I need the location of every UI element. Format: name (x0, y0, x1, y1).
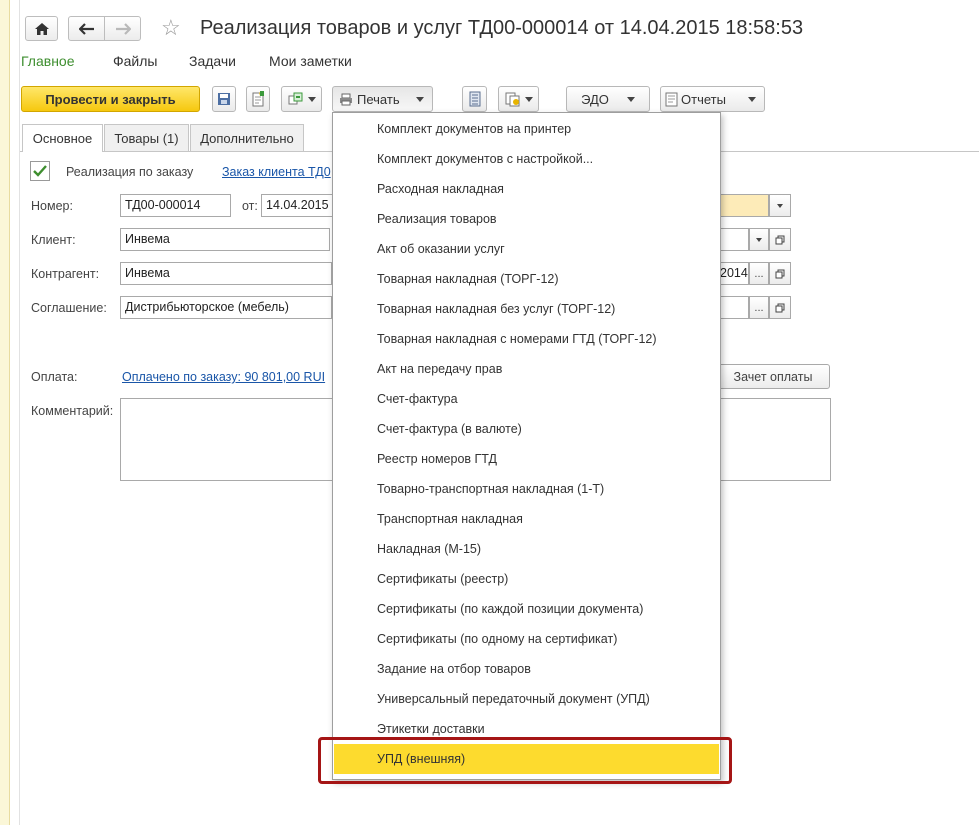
menu-item-picking-task[interactable]: Задание на отбор товаров (334, 654, 719, 684)
menu-item-rights-transfer-act[interactable]: Акт на передачу прав (334, 354, 719, 384)
nav-notes[interactable]: Мои заметки (269, 53, 352, 69)
reports-button[interactable]: Отчеты (660, 86, 765, 112)
post-document-icon (252, 91, 264, 107)
home-icon (34, 22, 49, 35)
organization-dropdown-button[interactable] (769, 194, 791, 217)
nav-files[interactable]: Файлы (113, 53, 157, 69)
related-documents-icon (505, 92, 519, 106)
content-border (19, 0, 20, 825)
warehouse-open-button[interactable] (769, 228, 791, 251)
chevron-down-icon (307, 96, 316, 102)
counterparty-label: Контрагент: (31, 267, 100, 281)
related-documents-button[interactable] (498, 86, 539, 112)
warehouse-dropdown-button[interactable] (749, 228, 769, 251)
menu-item-gtd-register[interactable]: Реестр номеров ГТД (334, 444, 719, 474)
order-link[interactable]: Заказ клиента ТД0 (222, 165, 331, 179)
save-button[interactable] (212, 86, 236, 112)
payment-link[interactable]: Оплачено по заказу: 90 801,00 RUI (122, 370, 325, 384)
menu-item-goods-sale[interactable]: Реализация товаров (334, 204, 719, 234)
number-field[interactable]: ТД00-000014 (120, 194, 231, 217)
favorite-star-icon[interactable]: ☆ (161, 15, 181, 41)
chevron-down-icon (756, 237, 762, 242)
forward-button[interactable] (104, 16, 141, 41)
edo-button[interactable]: ЭДО (566, 86, 650, 112)
open-icon (775, 269, 785, 278)
menu-item-m15[interactable]: Накладная (М-15) (334, 534, 719, 564)
number-label: Номер: (31, 199, 73, 213)
chevron-down-icon (777, 203, 783, 208)
highlight-frame (318, 737, 732, 784)
menu-item-certificates-register[interactable]: Сертификаты (реестр) (334, 564, 719, 594)
back-button[interactable] (68, 16, 105, 41)
post-button[interactable] (246, 86, 270, 112)
client-field[interactable]: Инвема (120, 228, 330, 251)
comment-label: Комментарий: (31, 404, 114, 418)
chevron-down-icon (626, 96, 635, 102)
currency-open-button[interactable] (769, 296, 791, 319)
currency-field[interactable] (719, 296, 749, 319)
home-button[interactable] (25, 16, 58, 41)
tab-additional[interactable]: Дополнительно (190, 124, 304, 151)
by-order-label: Реализация по заказу (66, 165, 194, 179)
contract-select-button[interactable]: ... (749, 262, 769, 285)
journal-icon (469, 91, 480, 107)
create-based-on-button[interactable] (281, 86, 322, 112)
agreement-label: Соглашение: (31, 301, 107, 315)
date-label: от: (242, 199, 258, 213)
report-icon (665, 92, 678, 106)
currency-select-button[interactable]: ... (749, 296, 769, 319)
create-based-on-icon (288, 92, 302, 105)
menu-item-torg12[interactable]: Товарная накладная (ТОРГ-12) (334, 264, 719, 294)
nav-main[interactable]: Главное (21, 53, 75, 69)
post-and-close-button[interactable]: Провести и закрыть (21, 86, 200, 112)
printer-icon (340, 93, 352, 105)
menu-item-torg12-gtd[interactable]: Товарная накладная с номерами ГТД (ТОРГ-… (334, 324, 719, 354)
menu-item-certificates-per-position[interactable]: Сертификаты (по каждой позиции документа… (334, 594, 719, 624)
by-order-checkbox[interactable] (30, 161, 50, 181)
nav-tasks[interactable]: Задачи (189, 53, 236, 69)
payment-label: Оплата: (31, 370, 78, 384)
tab-main[interactable]: Основное (22, 124, 103, 152)
arrow-right-icon (115, 22, 131, 35)
menu-item-transport-waybill[interactable]: Транспортная накладная (334, 504, 719, 534)
contract-open-button[interactable] (769, 262, 791, 285)
menu-item-services-act[interactable]: Акт об оказании услуг (334, 234, 719, 264)
menu-item-ttn-1t[interactable]: Товарно-транспортная накладная (1-Т) (334, 474, 719, 504)
menu-item-docset-printer[interactable]: Комплект документов на принтер (334, 114, 719, 144)
print-button-label: Печать (357, 91, 400, 107)
open-icon (775, 303, 785, 312)
print-button[interactable]: Печать (332, 86, 433, 112)
organization-field[interactable] (719, 194, 769, 217)
floppy-disk-icon (218, 93, 230, 105)
menu-item-invoice-currency[interactable]: Счет-фактура (в валюте) (334, 414, 719, 444)
journal-button[interactable] (462, 86, 487, 112)
left-panel-edge (0, 0, 10, 825)
contract-field[interactable]: 2014 (719, 262, 749, 285)
offset-payment-button[interactable]: Зачет оплаты (716, 364, 830, 389)
arrow-left-icon (78, 22, 94, 35)
chevron-down-icon (524, 96, 533, 102)
client-label: Клиент: (31, 233, 76, 247)
menu-item-invoice[interactable]: Счет-фактура (334, 384, 719, 414)
chevron-down-icon (416, 96, 424, 102)
menu-item-certificates-per-cert[interactable]: Сертификаты (по одному на сертификат) (334, 624, 719, 654)
menu-item-upd[interactable]: Универсальный передаточный документ (УПД… (334, 684, 719, 714)
chevron-down-icon (748, 96, 756, 102)
menu-item-docset-settings[interactable]: Комплект документов с настройкой... (334, 144, 719, 174)
counterparty-field[interactable]: Инвема (120, 262, 332, 285)
date-field[interactable]: 14.04.2015 (261, 194, 333, 217)
window-title: Реализация товаров и услуг ТД00-000014 о… (200, 17, 804, 39)
menu-item-expense-invoice[interactable]: Расходная накладная (334, 174, 719, 204)
agreement-field[interactable]: Дистрибьюторское (мебель) (120, 296, 332, 319)
tab-goods[interactable]: Товары (1) (104, 124, 189, 151)
menu-item-torg12-no-services[interactable]: Товарная накладная без услуг (ТОРГ-12) (334, 294, 719, 324)
open-icon (775, 235, 785, 244)
edo-button-label: ЭДО (581, 91, 609, 107)
warehouse-field[interactable] (719, 228, 749, 251)
checkmark-icon (33, 165, 47, 177)
print-menu: Комплект документов на принтер Комплект … (332, 112, 721, 780)
reports-button-label: Отчеты (681, 91, 726, 107)
